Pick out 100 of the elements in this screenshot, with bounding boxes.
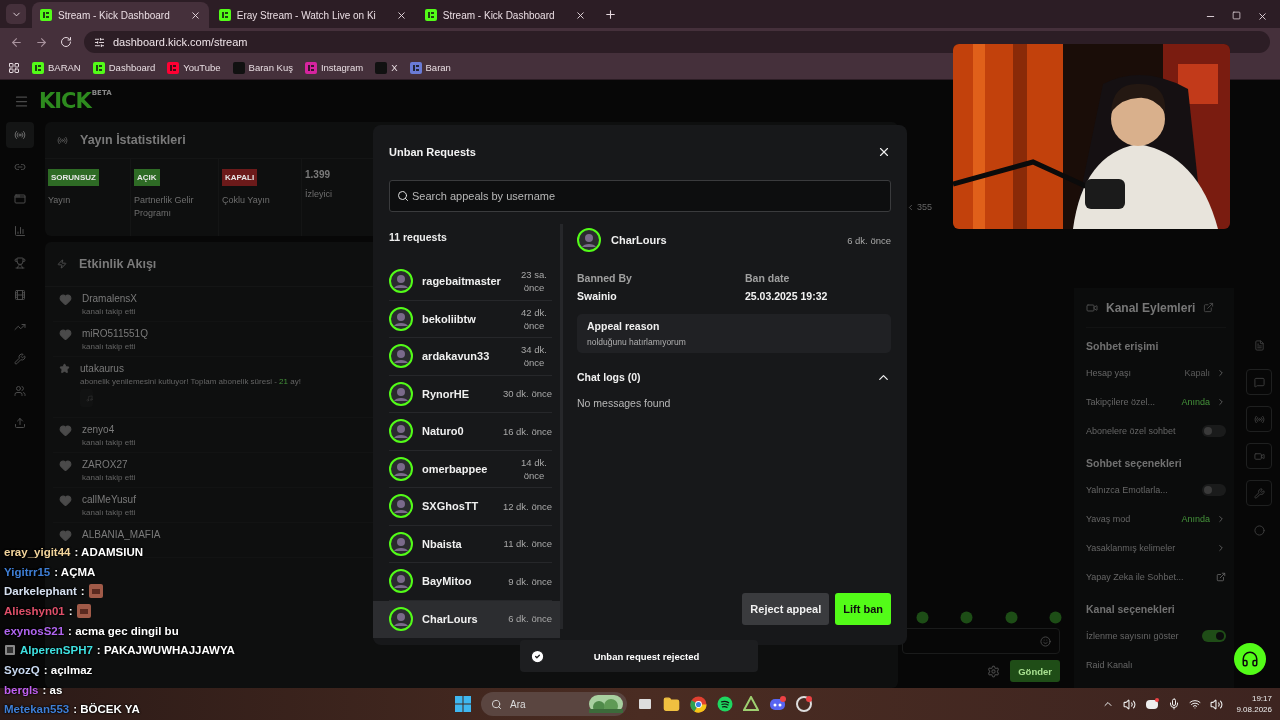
activity-user: ALBANIA_MAFIA [82, 529, 161, 540]
task-view-icon[interactable] [637, 696, 653, 712]
request-item[interactable]: ragebaitmaster 23 sa. önce [373, 263, 560, 301]
activity-text: kanalı takip etti [82, 473, 136, 482]
browser-tab[interactable]: Stream - Kick Dashboard [416, 2, 594, 28]
bookmark[interactable]: BARAN [32, 61, 81, 74]
search-field[interactable]: Search appeals by username [389, 180, 891, 212]
close-icon[interactable] [395, 9, 407, 21]
popout-icon[interactable] [1203, 302, 1215, 313]
browser-tab[interactable]: Stream - Kick Dashboard [32, 2, 209, 28]
chevron-icon[interactable] [1216, 396, 1226, 407]
avatar-icon [389, 569, 413, 594]
setting-label: Yasaklanmış kelimeler [1086, 542, 1176, 553]
request-item[interactable]: Nbaista 11 dk. önce [373, 525, 560, 563]
favicon-icon [424, 9, 437, 21]
close-icon[interactable] [189, 9, 201, 21]
request-item[interactable]: bekoliibtw 42 dk. önce [373, 300, 560, 338]
viewer-count[interactable]: 355 [902, 122, 933, 212]
request-time: 34 dk. önce [520, 343, 548, 370]
reject-button[interactable]: Reject appeal [742, 593, 830, 625]
browser-tab[interactable]: Eray Stream - Watch Live on Ki [210, 2, 415, 28]
start-icon[interactable] [455, 696, 471, 712]
folder-icon[interactable] [663, 695, 680, 713]
request-user: CharLours [422, 612, 478, 625]
heart-icon [59, 293, 72, 306]
toggle-switch[interactable] [1202, 629, 1226, 642]
browser-icon[interactable] [690, 695, 707, 713]
network-icon[interactable] [1189, 698, 1202, 710]
setting-label: Takipçilere özel... [1086, 396, 1156, 407]
menu-icon[interactable] [14, 93, 29, 109]
request-item[interactable]: omerbappee 14 dk. önce [373, 450, 560, 488]
mic-icon[interactable] [1168, 698, 1181, 710]
section-title: Kanal seçenekleri [1086, 602, 1176, 617]
close-button[interactable] [877, 145, 891, 159]
emote-icon[interactable] [1049, 611, 1062, 624]
bookmark[interactable]: Dashboard [92, 61, 156, 74]
link-icon [14, 161, 26, 173]
bookmark[interactable]: YouTube [167, 61, 221, 74]
tool-button[interactable] [1246, 443, 1272, 469]
new-tab-icon[interactable] [603, 8, 617, 21]
emoji-icon[interactable] [1040, 635, 1051, 647]
bookmark[interactable]: Baran [409, 61, 451, 74]
request-item[interactable]: Naturo0 16 dk. önce [373, 413, 560, 451]
window-icon [14, 193, 26, 205]
tool-button[interactable] [1246, 480, 1272, 506]
emote-icon[interactable] [960, 611, 974, 624]
forward-icon[interactable] [35, 35, 48, 49]
gauge-app-icon[interactable] [796, 696, 812, 712]
site-settings-icon[interactable] [94, 36, 105, 48]
apps-icon[interactable] [8, 61, 20, 74]
emote-icon[interactable] [916, 611, 929, 624]
chat-message: : açılmaz [43, 663, 93, 676]
section-title: Sohbet seçenekleri [1086, 456, 1183, 471]
chevron-icon[interactable] [1216, 542, 1226, 553]
taskbar-search[interactable]: Ara [481, 692, 627, 716]
reason-label: Appeal reason [587, 320, 661, 332]
back-icon[interactable] [10, 35, 23, 49]
send-button[interactable]: Gönder [1010, 660, 1060, 682]
request-item[interactable]: BayMitoo 9 dk. önce [373, 563, 560, 601]
address-bar[interactable]: dashboard.kick.com/stream [84, 31, 1270, 53]
chat-input[interactable] [902, 628, 1060, 654]
bookmark[interactable]: Baran Kuş [232, 61, 293, 74]
toggle-switch[interactable] [1202, 424, 1226, 437]
toggle-switch[interactable] [1202, 483, 1226, 496]
avatar-icon [389, 606, 413, 631]
chat-app-icon[interactable] [769, 696, 786, 712]
request-item[interactable]: ardakavun33 34 dk. önce [373, 338, 560, 376]
music-app-icon[interactable] [717, 696, 733, 712]
chat-message: : as [42, 683, 63, 696]
lift-ban-button[interactable]: Lift ban [835, 593, 891, 625]
field-value: Swainio [577, 290, 618, 302]
settings-icon[interactable] [987, 664, 1001, 678]
volume-icon[interactable] [1210, 697, 1224, 711]
request-time: 30 dk. önce [502, 387, 552, 401]
heart-icon [59, 328, 72, 341]
chevron-icon[interactable] [1216, 367, 1226, 378]
bookmark[interactable]: Instagram [304, 61, 364, 74]
reload-icon[interactable] [60, 36, 72, 48]
tool-button[interactable] [1246, 369, 1272, 395]
request-item[interactable]: SXGhosTT 12 dk. önce [373, 488, 560, 526]
close-icon[interactable] [574, 9, 586, 21]
activity-text: kanalı takip etti [82, 438, 136, 447]
chevron-icon[interactable] [1216, 513, 1226, 524]
maximize-icon[interactable] [1232, 11, 1241, 20]
wrench-icon [14, 353, 26, 365]
emote-icon[interactable] [1004, 611, 1018, 624]
close-icon[interactable] [1257, 11, 1268, 22]
chat-app-icon[interactable] [1145, 698, 1160, 710]
nav-button[interactable] [6, 122, 34, 148]
field-label: Ban date [745, 272, 791, 284]
external-link-icon[interactable] [1216, 571, 1226, 582]
request-item[interactable]: CharLours 6 dk. önce [373, 600, 560, 638]
speaker-icon[interactable] [1123, 697, 1137, 711]
chat-logs-toggle[interactable]: Chat logs (0) [577, 363, 891, 391]
chat-username: eray_yigit44 [4, 545, 71, 558]
tab-list-button[interactable] [6, 4, 26, 24]
request-item[interactable]: RynorHE 30 dk. önce [373, 375, 560, 413]
tool-button[interactable] [1246, 406, 1272, 432]
bookmark[interactable]: X [375, 61, 398, 74]
triangle-app-icon[interactable] [743, 696, 759, 712]
